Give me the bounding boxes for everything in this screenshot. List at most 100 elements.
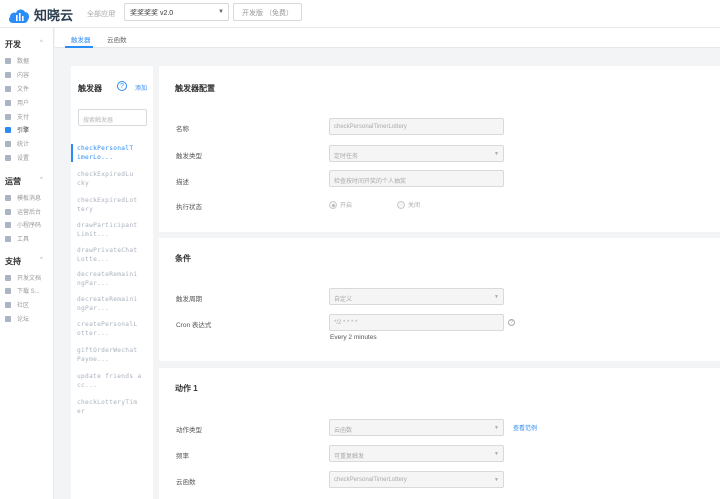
view-example-link[interactable]: 查看范例 [513,423,537,432]
logo[interactable]: 知晓云 [8,5,73,24]
sidebar-item-users[interactable]: 用户 [5,98,29,107]
trigger-list-panel: 触发器 ? 添加 搜索触发器 checkPersonalT imerLo... ch… [71,66,153,499]
tab-bar: 触发器 云函数 [55,28,720,48]
download-icon [5,287,11,294]
top-bar: 知晓云 全部应用 › 奖奖奖奖 v2.0 ▼ 开发版 （免费） [0,0,720,28]
cloud-function-label: 云函数 [176,479,196,486]
trigger-list-item[interactable]: checkExpiredLot tery [77,196,149,214]
folder-icon [5,85,11,92]
trigger-list-item[interactable]: drawPrivateChat Lotte... [77,246,149,264]
app-select[interactable]: 奖奖奖奖 v2.0 ▼ [124,3,229,21]
trigger-list-title: 触发器 [78,84,102,93]
trigger-config-card: 触发器配置 名称 checkPersonalTimerLottery 触发类型 … [159,66,720,232]
trigger-list-item[interactable]: update friends a cc... [77,372,149,390]
condition-card: 条件 触发周期 自定义 ▼ Cron 表达式 */2 * * * * ? Ever… [159,238,720,361]
trigger-list-item[interactable]: checkLotteryTim er [77,398,149,416]
sidebar-item-data[interactable]: 数据 [5,56,29,65]
sidebar-item-forum[interactable]: 论坛 [5,314,29,323]
tool-icon [5,235,11,242]
trigger-name-line: update friends a [77,373,142,380]
trigger-list-item[interactable]: drawParticipant Limit... [77,221,149,239]
add-trigger-button[interactable]: 添加 [135,83,147,92]
gear-icon [5,154,11,161]
chevron-down-icon: ▼ [494,451,499,457]
name-field[interactable]: checkPersonalTimerLottery [329,118,504,135]
sidebar-section-ops[interactable]: 运营 [5,176,21,187]
trigger-name-line: er [77,408,86,416]
breadcrumb-all-apps[interactable]: 全部应用 [87,9,115,19]
trigger-name-line: otter... [77,330,110,338]
sidebar-item-community[interactable]: 社区 [5,300,29,309]
tab-triggers[interactable]: 触发器 [71,34,91,44]
trigger-name-line: checkExpiredLot [77,197,138,204]
user-icon [5,99,11,106]
cron-description: Every 2 minutes [330,334,377,341]
sidebar-item-miniprogram-code[interactable]: 小程序码 [5,220,41,229]
plan-button[interactable]: 开发版 （免费） [233,3,302,21]
period-select[interactable]: 自定义 ▼ [329,288,504,305]
sidebar-item-files[interactable]: 文件 [5,84,29,93]
trigger-list-item[interactable]: decreateRemaini ngPar... [77,295,149,313]
sidebar-item-docs[interactable]: 开发文档 [5,273,41,282]
config-title: 触发器配置 [175,84,215,93]
sidebar-item-settings[interactable]: 设置 [5,153,29,162]
chevron-down-icon: ▼ [494,425,499,431]
tab-cloud-functions[interactable]: 云函数 [107,34,127,44]
help-icon[interactable]: ? [117,81,127,91]
help-icon[interactable]: ? [508,319,515,326]
trigger-list-item[interactable]: checkPersonalT imerLo... [71,144,149,163]
trigger-name-line: cky [77,180,90,188]
active-tab-underline [65,46,93,48]
sidebar-section-support[interactable]: 支持 [5,256,21,267]
sidebar-item-sdk-download[interactable]: 下载 S... [5,286,40,295]
action-type-select[interactable]: 云函数 ▼ [329,419,504,436]
trigger-search-input[interactable]: 搜索触发器 [78,109,147,126]
chevron-right-icon: › [113,7,116,16]
trigger-name-line: cc... [77,382,98,390]
dashboard-icon [5,208,11,215]
action-card: 动作 1 动作类型 云函数 ▼ 查看范例 频率 可重复触发 ▼ 云函数 checkP… [159,368,720,499]
trigger-name-line: decreateRemaini [77,296,138,303]
trigger-list-item[interactable]: createPersonalL otter... [77,320,149,338]
qrcode-icon [5,221,11,228]
name-label: 名称 [176,126,189,133]
frequency-select[interactable]: 可重复触发 ▼ [329,445,504,462]
trigger-name-line: createPersonalL [77,321,138,328]
status-radio-off[interactable]: 关闭 [397,200,420,209]
trigger-name-line: checkPersonalT [77,145,134,152]
description-field[interactable]: 检查按时间开奖的个人抽奖 [329,170,504,187]
condition-title: 条件 [175,254,191,263]
status-radio-on[interactable]: 开启 [329,200,352,209]
forum-icon [5,315,11,322]
sidebar-section-dev[interactable]: 开发 [5,39,21,50]
book-icon [5,274,11,281]
status-label: 执行状态 [176,204,202,211]
trigger-list-item[interactable]: checkExpiredLu cky [77,170,149,188]
trigger-name-line: imerLo... [77,154,114,162]
trigger-type-select[interactable]: 定时任务 ▼ [329,145,504,162]
wallet-icon [5,113,11,120]
caret-up-icon[interactable]: ^ [40,257,43,263]
trigger-name-line: Payme... [77,356,110,364]
trigger-name-line: decreateRemaini [77,271,138,278]
community-icon [5,301,11,308]
sidebar-item-tools[interactable]: 工具 [5,234,29,243]
caret-up-icon[interactable]: ^ [40,40,43,46]
trigger-name-line: checkLotteryTim [77,399,138,406]
sidebar-item-template-msg[interactable]: 模板消息 [5,193,41,202]
sidebar-item-ops-backend[interactable]: 运营后台 [5,207,41,216]
cron-input[interactable]: */2 * * * * [329,314,504,331]
radio-checked-icon [329,200,337,209]
caret-up-icon[interactable]: ^ [40,177,43,183]
cloud-function-select[interactable]: checkPersonalTimerLottery ▼ [329,471,504,488]
cron-label: Cron 表达式 [176,322,212,329]
trigger-name-line: Lotte... [77,256,110,264]
sidebar-item-payment[interactable]: 支付 [5,112,29,121]
type-label: 触发类型 [176,153,202,160]
sidebar-item-content[interactable]: 内容 [5,70,29,79]
trigger-name-line: tery [77,206,94,214]
sidebar-item-stats[interactable]: 统计 [5,139,29,148]
trigger-list-item[interactable]: giftOrderWechat Payme... [77,346,149,364]
sidebar-item-engine[interactable]: 引擎 [5,125,29,134]
trigger-list-item[interactable]: decreateRemaini ngPar... [77,270,149,288]
